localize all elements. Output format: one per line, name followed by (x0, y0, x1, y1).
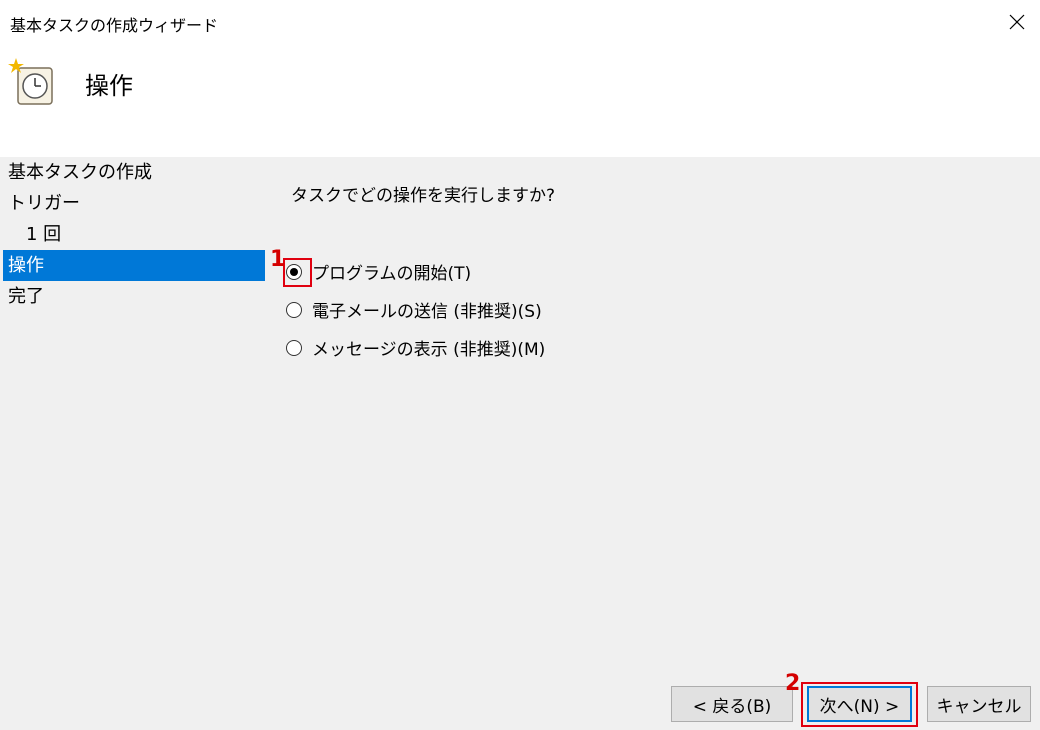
step-item[interactable]: トリガー (0, 188, 265, 219)
page-title: 操作 (85, 72, 133, 100)
step-marker-2: 2 (785, 671, 801, 696)
steps-list: 基本タスクの作成 トリガー 1 回 操作 完了 (0, 157, 265, 312)
radio-button[interactable] (286, 339, 302, 356)
option-start-program[interactable]: プログラムの開始(T) (286, 259, 471, 284)
highlight-box-next (801, 682, 918, 727)
back-button[interactable]: < 戻る(B) (671, 686, 793, 722)
highlight-box-radio (283, 258, 312, 287)
wizard-body: 基本タスクの作成 トリガー 1 回 操作 完了 タスクでどの操作を実行しますか?… (0, 157, 1040, 730)
step-marker-1: 1 (270, 247, 286, 272)
close-button[interactable] (994, 0, 1040, 44)
clock-icon (8, 58, 53, 105)
step-item[interactable]: 完了 (0, 281, 265, 312)
option-label: メッセージの表示 (非推奨)(M) (312, 340, 546, 360)
title-bar: 基本タスクの作成ウィザード (0, 0, 1040, 44)
step-item[interactable]: 1 回 (0, 219, 265, 250)
step-item[interactable]: 基本タスクの作成 (0, 157, 265, 188)
window-title: 基本タスクの作成ウィザード (10, 16, 219, 35)
wizard-header: 操作 (0, 44, 1040, 157)
step-item-active[interactable]: 操作 (3, 250, 265, 281)
question-label: タスクでどの操作を実行しますか? (291, 186, 556, 206)
cancel-button[interactable]: キャンセル (927, 686, 1031, 722)
option-show-message[interactable]: メッセージの表示 (非推奨)(M) (286, 335, 545, 360)
option-label: 電子メールの送信 (非推奨)(S) (312, 302, 542, 322)
option-label: プログラムの開始(T) (312, 264, 472, 284)
radio-button[interactable] (286, 301, 302, 318)
option-send-email[interactable]: 電子メールの送信 (非推奨)(S) (286, 297, 542, 322)
close-icon (1009, 14, 1025, 30)
